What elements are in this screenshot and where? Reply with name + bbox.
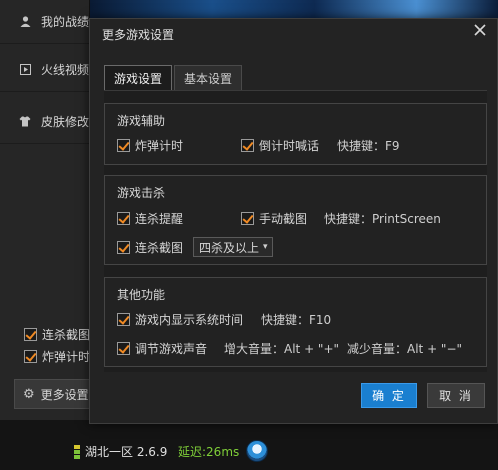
group-game-kill: 游戏击杀 连杀提醒 手动截图 快捷键：PrintScreen 连杀截图 四杀及以… [104, 175, 487, 265]
checkbox[interactable] [241, 212, 254, 225]
option-label: 倒计时喊话 [259, 139, 320, 153]
checkbox[interactable] [117, 313, 130, 326]
checkbox[interactable] [117, 212, 130, 225]
checkbox[interactable] [241, 139, 254, 152]
option-bomb-timer[interactable]: 炸弹计时 [117, 137, 183, 154]
group-other-functions: 其他功能 游戏内显示系统时间 快捷键：F10 调节游戏声音 增大音量：Alt +… [104, 277, 487, 367]
option-label: 手动截图 [259, 212, 308, 226]
checkbox[interactable] [117, 139, 130, 152]
more-settings-label: 更多设置 [40, 387, 89, 402]
tab-game-settings[interactable]: 游戏设置 [104, 65, 173, 91]
option-label: 游戏内显示系统时间 [135, 313, 244, 327]
play-icon [18, 63, 32, 77]
group-title: 游戏辅助 [117, 114, 166, 128]
signal-icon [74, 445, 80, 461]
checkbox-label: 炸弹计时 [42, 350, 91, 364]
option-kill-screenshot[interactable]: 连杀截图 [117, 239, 183, 256]
sidebar-item-label: 火线视频 [41, 63, 90, 77]
hotkey-label: 快捷键：PrintScreen [324, 212, 441, 226]
dialog-title: 更多游戏设置 [102, 28, 175, 42]
checkbox[interactable] [117, 342, 130, 355]
group-title: 游戏击杀 [117, 186, 166, 200]
checkbox[interactable] [117, 241, 130, 254]
option-show-system-time[interactable]: 游戏内显示系统时间 [117, 311, 243, 328]
cancel-button[interactable]: 取 消 [427, 383, 485, 408]
group-game-assist: 游戏辅助 炸弹计时 倒计时喊话 快捷键：F9 [104, 103, 487, 165]
close-button[interactable] [473, 23, 489, 39]
sidebar: 我的战绩 火线视频 皮肤修改 连杀截图 炸弹计时 ⚙ 更多设置 [0, 0, 94, 420]
volume-up-hotkey: 增大音量：Alt + "+" [224, 342, 340, 356]
sidebar-check-kill-shot[interactable]: 连杀截图 [24, 326, 90, 343]
option-label: 炸弹计时 [135, 139, 184, 153]
close-icon [474, 24, 486, 36]
option-label: 连杀截图 [135, 241, 184, 255]
option-countdown-shout[interactable]: 倒计时喊话 [241, 137, 319, 154]
tab-basic-settings[interactable]: 基本设置 [174, 65, 243, 91]
sidebar-check-bomb-timer[interactable]: 炸弹计时 [24, 348, 90, 365]
checkbox[interactable] [24, 328, 37, 341]
select-value: 四杀及以上 [199, 240, 260, 255]
hotkey-label: 快捷键：F9 [337, 139, 400, 153]
checkbox-label: 连杀截图 [42, 328, 91, 342]
avatar-icon[interactable] [246, 440, 268, 462]
kill-count-select[interactable]: 四杀及以上 ▾ [193, 237, 273, 257]
option-kill-alert[interactable]: 连杀提醒 [117, 210, 183, 227]
sidebar-item-skin[interactable]: 皮肤修改 [0, 100, 90, 144]
latency-info: 延迟:26ms [178, 445, 240, 459]
ok-button[interactable]: 确 定 [361, 383, 417, 408]
checkbox[interactable] [24, 350, 37, 363]
server-info: 湖北一区 2.6.9 [85, 445, 168, 459]
sidebar-item-record[interactable]: 我的战绩 [0, 0, 90, 44]
sidebar-item-label: 我的战绩 [41, 15, 90, 29]
gear-icon: ⚙ [23, 386, 35, 402]
sidebar-item-video[interactable]: 火线视频 [0, 48, 90, 92]
volume-down-hotkey: 减少音量：Alt + "−" [347, 342, 463, 356]
option-manual-screenshot[interactable]: 手动截图 [241, 210, 307, 227]
option-label: 连杀提醒 [135, 212, 184, 226]
hotkey-label: 快捷键：F10 [261, 313, 332, 327]
option-label: 调节游戏声音 [135, 342, 208, 356]
more-game-settings-dialog: 更多游戏设置 游戏设置 基本设置 游戏辅助 炸弹计时 倒计时喊话 快捷键：F9 … [89, 18, 498, 424]
tab-bar: 游戏设置 基本设置 [104, 65, 244, 91]
more-settings-button[interactable]: ⚙ 更多设置 [14, 379, 94, 409]
background-banner [90, 0, 498, 18]
chevron-down-icon: ▾ [263, 242, 268, 252]
user-icon [18, 15, 32, 29]
option-adjust-volume[interactable]: 调节游戏声音 [117, 340, 207, 357]
sidebar-item-label: 皮肤修改 [41, 115, 90, 129]
shirt-icon [18, 115, 32, 129]
settings-panel: 游戏辅助 炸弹计时 倒计时喊话 快捷键：F9 游戏击杀 连杀提醒 手动截图 快捷… [104, 90, 487, 372]
group-title: 其他功能 [117, 288, 166, 302]
